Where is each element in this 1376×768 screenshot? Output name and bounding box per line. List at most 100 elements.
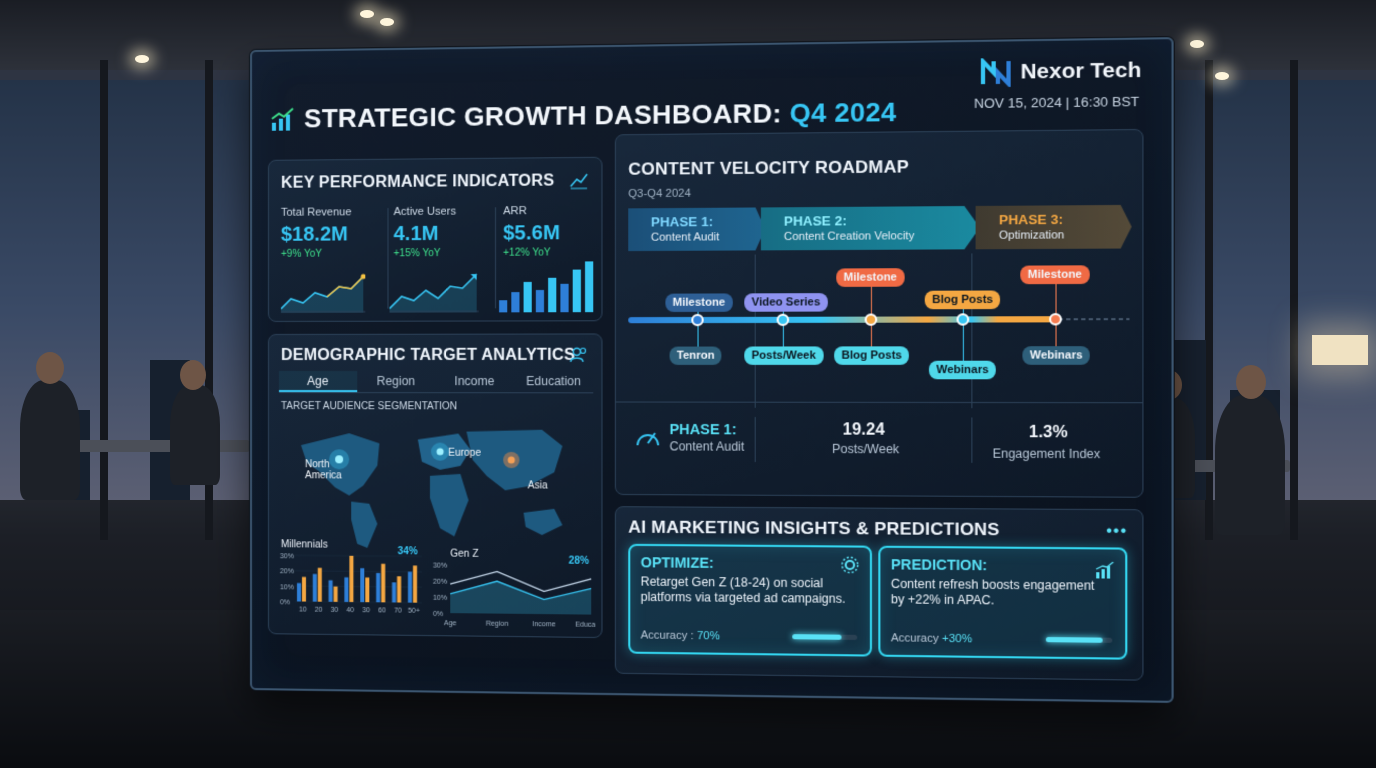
phase-divider <box>971 253 973 409</box>
stat-posts-label: Posts/Week <box>832 441 900 457</box>
bar <box>328 580 333 602</box>
phase-3[interactable]: PHASE 3: Optimization <box>976 205 1132 249</box>
office-person-head <box>1236 365 1266 399</box>
gridline <box>295 555 422 556</box>
stat-engagement-label: Engagement Index <box>992 446 1101 462</box>
office-person-head <box>36 352 64 384</box>
ceiling-light <box>1190 40 1204 48</box>
roadmap-title: CONTENT VELOCITY ROADMAP <box>628 157 909 179</box>
window-frame <box>100 60 108 540</box>
x-tick-label: Region <box>486 621 509 628</box>
accuracy-bar-fill <box>1045 636 1103 643</box>
genz-title: Gen Z <box>450 548 479 560</box>
phase-2[interactable]: PHASE 2: Content Creation Velocity <box>761 206 980 250</box>
insight-text: Content refresh boosts engagement by +22… <box>890 576 1095 608</box>
kpi-delta: +12% YoY <box>503 247 551 259</box>
kpi-label: Active Users <box>393 205 457 219</box>
brand-name: Nexor Tech <box>1020 58 1142 84</box>
office-person <box>1215 395 1285 535</box>
y-tick-label: 0% <box>280 599 290 606</box>
milestone-stem <box>962 300 964 361</box>
milestone-label[interactable]: Milestone <box>665 293 733 312</box>
timeline-label[interactable]: Blog Posts <box>834 346 910 365</box>
timeline-label[interactable]: Webinars <box>1022 346 1091 365</box>
kpi-delta: +9% YoY <box>280 248 322 260</box>
tab-education[interactable]: Education <box>514 371 593 392</box>
bar <box>381 563 386 603</box>
timeline-node[interactable] <box>1049 313 1062 326</box>
bar <box>333 586 338 602</box>
accuracy-bar <box>1045 636 1113 643</box>
kpi-value: $5.6M <box>503 222 560 245</box>
milestone-label[interactable]: Video Series <box>744 293 828 312</box>
phase-sub: Content Audit <box>650 231 720 244</box>
y-tick-label: 10% <box>433 595 447 602</box>
insight-text: Retarget Gen Z (18-24) on social platfor… <box>640 574 846 606</box>
ceiling-light <box>360 10 374 18</box>
milestone-stem <box>870 278 872 347</box>
bar-chart-icon <box>1095 562 1114 579</box>
phase-sub: Optimization <box>998 229 1065 242</box>
phase-title: PHASE 3: <box>998 211 1063 228</box>
accuracy-value: 70% <box>696 629 720 643</box>
stat-posts-value: 19.24 <box>842 421 885 439</box>
trend-icon[interactable] <box>569 170 590 190</box>
x-tick-label: 70 <box>394 607 402 614</box>
kpi-arr[interactable]: ARR $5.6M +12% YoY <box>503 204 605 259</box>
region-label-europe: Europe <box>448 447 482 459</box>
divider <box>754 417 756 462</box>
accuracy-bar-fill <box>792 634 841 640</box>
timeline-node[interactable] <box>864 313 878 326</box>
tab-age[interactable]: Age <box>278 371 357 393</box>
demographic-card: DEMOGRAPHIC TARGET ANALYTICS Age Region … <box>267 333 603 639</box>
x-tick-label: Education <box>575 622 595 629</box>
area-fill <box>450 580 592 615</box>
divider <box>971 417 973 463</box>
page-title-main: STRATEGIC GROWTH DASHBOARD: <box>303 97 782 134</box>
phase-title: PHASE 2: <box>783 213 847 229</box>
x-tick-label: 10 <box>299 606 307 613</box>
brand-logo-icon <box>980 58 1012 87</box>
milestone-label[interactable]: Milestone <box>836 268 905 287</box>
x-tick-label: Age <box>444 620 457 627</box>
timeline-label[interactable]: Tenron <box>669 346 722 365</box>
timeline-node[interactable] <box>956 313 970 326</box>
bar <box>312 573 317 602</box>
phase-divider <box>754 254 756 408</box>
bar <box>376 572 381 603</box>
insight-prediction[interactable]: PREDICTION: Content refresh boosts engag… <box>878 545 1128 660</box>
x-tick-label: 20 <box>315 607 323 614</box>
ceiling-light <box>1215 72 1229 80</box>
x-tick-label: 40 <box>346 607 354 614</box>
kpi-value: 4.1M <box>393 222 439 246</box>
timeline-label[interactable]: Posts/Week <box>744 346 824 365</box>
revenue-sparkline <box>280 268 366 313</box>
accuracy-bar <box>792 634 858 640</box>
milestone-label[interactable]: Blog Posts <box>924 290 1001 310</box>
window-frame <box>1290 60 1298 540</box>
kpi-delta: +15% YoY <box>393 247 441 260</box>
users-icon[interactable] <box>569 345 590 365</box>
tab-income[interactable]: Income <box>435 371 514 392</box>
more-menu-icon[interactable]: ••• <box>1106 522 1127 541</box>
phase-1[interactable]: PHASE 1: Content Audit <box>628 207 765 251</box>
demographic-title: DEMOGRAPHIC TARGET ANALYTICS <box>280 346 576 364</box>
kpi-card: KEY PERFORMANCE INDICATORS Total Revenue… <box>267 156 605 322</box>
timeline-node[interactable] <box>776 313 790 327</box>
timeline-node[interactable] <box>691 313 704 327</box>
bar <box>349 555 354 603</box>
office-lamp <box>1312 335 1368 365</box>
phase-sub: Content Creation Velocity <box>783 230 915 244</box>
office-person <box>170 385 220 485</box>
page-title-period: Q4 2024 <box>789 96 897 129</box>
divider <box>495 207 497 309</box>
insight-optimize[interactable]: OPTIMIZE: Retarget Gen Z (18-24) on soci… <box>628 543 872 657</box>
y-tick-label: 20% <box>280 569 294 576</box>
milestone-label[interactable]: Milestone <box>1020 265 1090 285</box>
kpi-active-users[interactable]: Active Users 4.1M +15% YoY <box>393 205 495 260</box>
roadmap-card: CONTENT VELOCITY ROADMAP Q3-Q4 2024 PHAS… <box>614 128 1144 498</box>
tab-region[interactable]: Region <box>357 371 435 392</box>
timeline-label[interactable]: Webinars <box>928 360 997 380</box>
kpi-total-revenue[interactable]: Total Revenue $18.2M +9% YoY <box>281 206 381 260</box>
gridline <box>295 571 422 572</box>
